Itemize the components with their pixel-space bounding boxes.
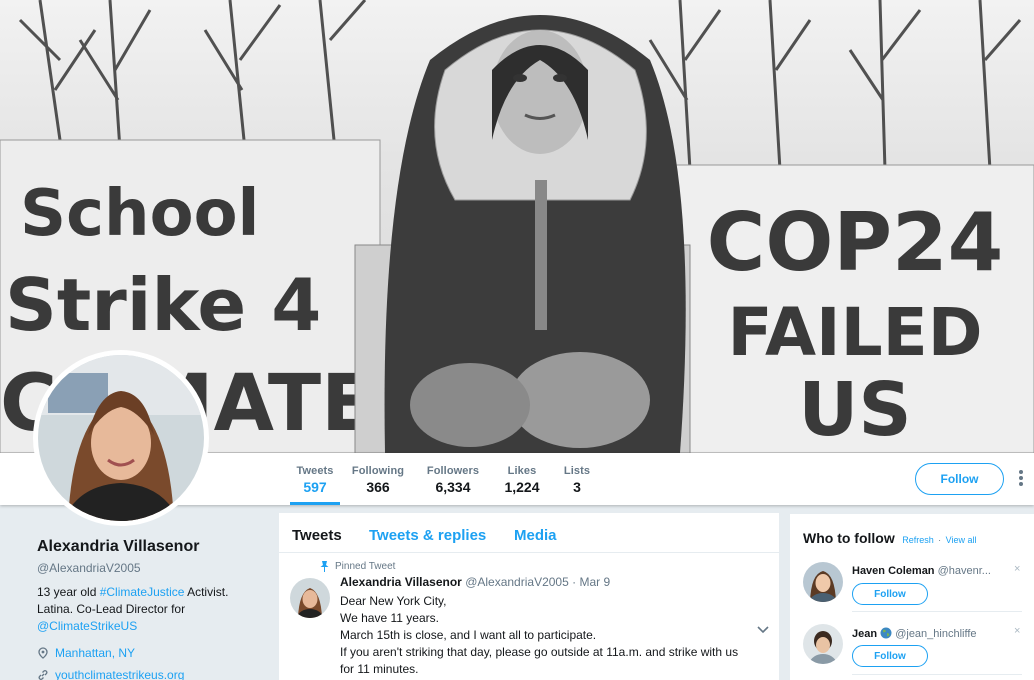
stat-label: Likes [507, 465, 537, 477]
tab-tweets-replies[interactable]: Tweets & replies [369, 527, 486, 544]
pinned-label: Pinned Tweet [335, 561, 396, 572]
sign-right-line1: COP24 [707, 196, 1004, 289]
stat-following[interactable]: Following 366 [350, 453, 406, 505]
sign-right-line3: US [798, 367, 911, 453]
tweet-author-name[interactable]: Alexandria Villasenor [340, 575, 462, 589]
tweet-author-handle[interactable]: @AlexandriaV2005 [465, 575, 569, 589]
stat-value: 6,334 [435, 479, 471, 495]
timeline-tabs: Tweets Tweets & replies Media [279, 513, 779, 553]
tweet-line: March 15th is close, and I want all to p… [340, 628, 597, 642]
suggestion-name: Haven Coleman [852, 565, 935, 577]
who-to-follow-panel: Who to follow Refresh · View all Haven C… [790, 514, 1034, 680]
sign-left-line2: Strike 4 [5, 263, 321, 347]
tweet-line: We have 11 years. [340, 611, 439, 625]
pin-icon [320, 561, 329, 572]
suggestion-name: Jean [852, 628, 878, 640]
profile-location[interactable]: Manhattan, NY [37, 646, 267, 660]
suggestion-avatar[interactable] [803, 624, 843, 664]
tweet-line: Dear New York City, [340, 594, 447, 608]
suggestion-handle: @jean_hinchliffe [895, 628, 977, 640]
sign-left-line1: School [20, 177, 259, 251]
suggestion-follow-button[interactable]: Follow [852, 645, 928, 667]
stat-label: Following [351, 465, 405, 477]
stat-label: Lists [563, 465, 591, 477]
suggestion-avatar[interactable] [803, 562, 843, 602]
globe-emoji-icon [880, 627, 892, 639]
profile-avatar[interactable] [33, 350, 209, 526]
header-separator: · [938, 535, 942, 545]
who-to-follow-title: Who to follow [803, 530, 895, 546]
suggestion-identity[interactable]: Haven Coleman @havenr... [852, 565, 1002, 577]
stat-followers[interactable]: Followers 6,334 [424, 453, 482, 505]
follow-button[interactable]: Follow [915, 463, 1004, 495]
profile-bio: 13 year old #ClimateJustice Activist. La… [37, 584, 267, 635]
location-text: Manhattan, NY [55, 646, 136, 660]
tweet-separator: · [572, 575, 577, 589]
website-text: youthclimatestrikeus.org [55, 668, 185, 680]
stat-lists[interactable]: Lists 3 [562, 453, 592, 505]
stat-label: Tweets [296, 465, 334, 477]
suggestion-follow-button[interactable]: Follow [852, 583, 928, 605]
timeline: Tweets Tweets & replies Media Pinned Twe… [279, 513, 779, 680]
stat-value: 3 [573, 479, 581, 495]
tab-media[interactable]: Media [514, 527, 557, 544]
avatar-photo [38, 355, 204, 521]
profile-name[interactable]: Alexandria Villasenor [37, 538, 267, 556]
sign-right-line2: FAILED [727, 294, 982, 371]
more-options-icon[interactable] [1018, 469, 1024, 489]
tweet-author-avatar[interactable] [290, 578, 330, 618]
tweet-date[interactable]: Mar 9 [579, 575, 610, 589]
avatar-photo [803, 624, 843, 664]
bio-mention-link[interactable]: @ClimateStrikeUS [37, 619, 137, 633]
stat-value: 1,224 [504, 479, 540, 495]
tweet-line: for 11 minutes. [340, 662, 419, 676]
who-to-follow-header: Who to follow Refresh · View all [803, 530, 976, 548]
stat-likes[interactable]: Likes 1,224 [500, 453, 544, 505]
pinned-indicator: Pinned Tweet [320, 561, 395, 572]
view-all-link[interactable]: View all [946, 535, 977, 545]
suggestion-item: Haven Coleman @havenr... Follow × [790, 562, 1034, 622]
divider [852, 611, 1022, 612]
pinned-tweet[interactable]: Pinned Tweet Alexandria Villasenor @Alex… [279, 553, 779, 680]
link-icon [38, 670, 48, 680]
tweet-text: Dear New York City, We have 11 years. Ma… [340, 593, 760, 678]
tweet-header: Alexandria Villasenor @AlexandriaV2005 ·… [340, 575, 610, 589]
avatar-photo [290, 578, 330, 618]
bio-hashtag-link[interactable]: #ClimateJustice [100, 585, 185, 599]
dismiss-close-icon[interactable]: × [1014, 563, 1020, 575]
profile-website[interactable]: youthclimatestrikeus.org [37, 668, 267, 680]
suggestion-handle: @havenr... [937, 565, 991, 577]
refresh-link[interactable]: Refresh [902, 535, 934, 545]
bio-text: 13 year old [37, 585, 100, 599]
stat-value: 597 [303, 479, 327, 495]
tab-tweets[interactable]: Tweets [292, 527, 342, 544]
profile-handle[interactable]: @AlexandriaV2005 [37, 561, 267, 575]
avatar-photo [803, 562, 843, 602]
divider [852, 674, 1022, 675]
suggestion-identity[interactable]: Jean @jean_hinchliffe [852, 627, 1002, 640]
dismiss-close-icon[interactable]: × [1014, 625, 1020, 637]
tweet-line: If you aren't striking that day, please … [340, 645, 739, 659]
stat-label: Followers [426, 465, 480, 477]
stat-value: 366 [366, 479, 390, 495]
profile-card: Alexandria Villasenor @AlexandriaV2005 1… [37, 538, 267, 680]
stat-tweets[interactable]: Tweets 597 [290, 453, 340, 505]
suggestion-item: Jean @jean_hinchliffe Follow × [790, 624, 1034, 680]
location-pin-icon [38, 647, 48, 659]
